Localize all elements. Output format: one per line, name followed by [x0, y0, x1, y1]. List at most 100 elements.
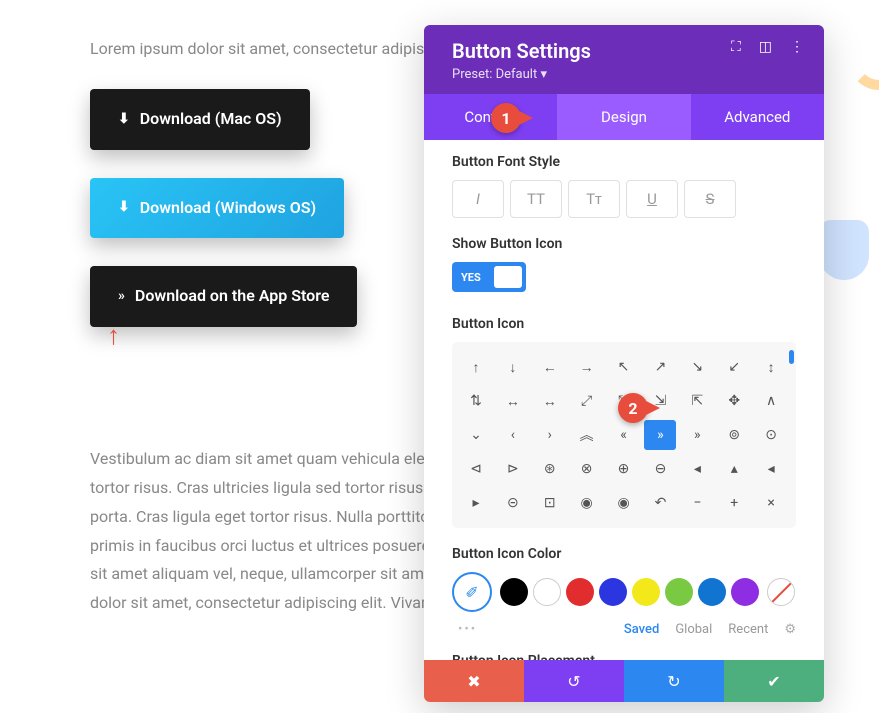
- expand-icon[interactable]: ⛶: [731, 39, 741, 55]
- icon-option[interactable]: «: [608, 420, 640, 450]
- panel-footer: ✖ ↺ ↻ ✔: [424, 660, 824, 702]
- icon-option[interactable]: ⊛: [534, 454, 566, 484]
- icon-option[interactable]: ⌄: [460, 420, 492, 450]
- redo-icon: ↻: [667, 672, 680, 691]
- icon-option[interactable]: ◂: [755, 454, 787, 484]
- icon-option[interactable]: ⇅: [460, 386, 492, 416]
- icon-option[interactable]: ◂: [681, 454, 713, 484]
- icon-option[interactable]: ⇱: [681, 386, 713, 416]
- icon-option[interactable]: −: [681, 488, 713, 518]
- icon-option[interactable]: ↙: [718, 352, 750, 382]
- icon-option[interactable]: ◉: [608, 488, 640, 518]
- button-icon-label: Button Icon: [452, 316, 796, 332]
- icon-option[interactable]: ↖: [608, 352, 640, 382]
- panel-title: Button Settings: [452, 39, 591, 63]
- download-mac-button[interactable]: ⬇ Download (Mac OS): [90, 89, 310, 150]
- icon-color-label: Button Icon Color: [452, 546, 796, 562]
- icon-option[interactable]: ↶: [644, 488, 676, 518]
- icon-option[interactable]: ↔: [534, 386, 566, 416]
- download-windows-button[interactable]: ⬇ Download (Windows OS): [90, 178, 344, 239]
- scrollbar[interactable]: [789, 350, 794, 364]
- icon-option[interactable]: ▴: [718, 454, 750, 484]
- icon-option[interactable]: ×: [755, 488, 787, 518]
- icon-option[interactable]: ︽: [571, 420, 603, 450]
- check-icon: ✔: [767, 672, 780, 691]
- color-swatch[interactable]: [665, 578, 693, 606]
- underline-button[interactable]: U: [626, 180, 678, 218]
- italic-button[interactable]: I: [452, 180, 504, 218]
- gear-icon[interactable]: ⚙: [784, 622, 796, 637]
- icon-option[interactable]: ⊕: [608, 454, 640, 484]
- annotation-callout-2: 2: [618, 393, 660, 423]
- color-swatch[interactable]: [500, 578, 528, 606]
- icon-option[interactable]: ⤢: [571, 386, 603, 416]
- color-swatch[interactable]: [533, 578, 561, 606]
- icon-option[interactable]: ↓: [497, 352, 529, 382]
- icon-option[interactable]: ▸: [460, 488, 492, 518]
- icon-option[interactable]: ⊙: [755, 420, 787, 450]
- download-appstore-button[interactable]: » Download on the App Store: [90, 266, 357, 327]
- icon-option[interactable]: ⊚: [718, 420, 750, 450]
- button-label: Download (Mac OS): [140, 105, 282, 134]
- preset-dropdown[interactable]: Preset: Default ▾: [452, 67, 591, 82]
- icon-option[interactable]: ∧: [755, 386, 787, 416]
- color-swatch[interactable]: [698, 578, 726, 606]
- button-label: Download on the App Store: [135, 282, 330, 311]
- icon-option[interactable]: ⊲: [460, 454, 492, 484]
- icon-option[interactable]: ↔: [497, 386, 529, 416]
- icon-option[interactable]: ⊡: [534, 488, 566, 518]
- more-colors-icon[interactable]: •••: [458, 622, 477, 637]
- saved-tab[interactable]: Saved: [624, 622, 659, 637]
- redo-button[interactable]: ↻: [624, 660, 724, 702]
- tab-design[interactable]: Design: [557, 94, 690, 140]
- global-tab[interactable]: Global: [675, 622, 712, 637]
- icon-option[interactable]: ↑: [460, 352, 492, 382]
- icon-option[interactable]: ⊗: [571, 454, 603, 484]
- icon-option[interactable]: +: [718, 488, 750, 518]
- icon-option[interactable]: »: [681, 420, 713, 450]
- recent-tab[interactable]: Recent: [728, 622, 768, 637]
- icon-option[interactable]: ←: [534, 352, 566, 382]
- strikethrough-button[interactable]: S: [684, 180, 736, 218]
- smallcaps-button[interactable]: Tᴛ: [568, 180, 620, 218]
- color-swatch[interactable]: [566, 578, 594, 606]
- icon-option[interactable]: ↗: [644, 352, 676, 382]
- icon-option[interactable]: ⊝: [497, 488, 529, 518]
- icon-option[interactable]: ⊖: [644, 454, 676, 484]
- show-icon-toggle[interactable]: YES: [452, 262, 526, 292]
- icon-picker-grid: ↑↓←→↖↗↘↙↕⇅↔↔⤢⤡⇲⇱✥∧⌄‹›︽«»»⊚⊙⊲⊳⊛⊗⊕⊖◂▴◂▸⊝⊡◉…: [452, 342, 796, 528]
- icon-option[interactable]: ⊳: [497, 454, 529, 484]
- icon-placement-label: Button Icon Placement: [452, 653, 796, 660]
- color-swatch[interactable]: [632, 578, 660, 606]
- icon-option[interactable]: ↘: [681, 352, 713, 382]
- icon-option[interactable]: ›: [534, 420, 566, 450]
- double-chevron-icon: »: [118, 284, 125, 309]
- tab-advanced[interactable]: Advanced: [691, 94, 824, 140]
- settings-panel: Button Settings Preset: Default ▾ ⛶ ◫ ⋮ …: [424, 25, 824, 702]
- icon-option[interactable]: ◉: [571, 488, 603, 518]
- confirm-button[interactable]: ✔: [724, 660, 824, 702]
- color-swatch[interactable]: [731, 578, 759, 606]
- uppercase-button[interactable]: TT: [510, 180, 562, 218]
- color-swatch[interactable]: [599, 578, 627, 606]
- panel-header: Button Settings Preset: Default ▾ ⛶ ◫ ⋮: [424, 25, 824, 94]
- layout-icon[interactable]: ◫: [759, 39, 772, 55]
- icon-option[interactable]: »: [644, 420, 676, 450]
- annotation-callout-1: 1: [491, 103, 533, 133]
- download-icon: ⬇: [118, 107, 130, 132]
- undo-icon: ↺: [567, 672, 580, 691]
- undo-button[interactable]: ↺: [524, 660, 624, 702]
- cancel-button[interactable]: ✖: [424, 660, 524, 702]
- icon-option[interactable]: ✥: [718, 386, 750, 416]
- icon-option[interactable]: ‹: [497, 420, 529, 450]
- annotation-arrow-icon: ↑: [107, 320, 120, 351]
- icon-option[interactable]: →: [571, 352, 603, 382]
- no-color-swatch[interactable]: [767, 578, 795, 606]
- chevron-down-icon: ▾: [540, 67, 547, 82]
- toggle-knob: [494, 266, 522, 288]
- show-icon-label: Show Button Icon: [452, 236, 796, 252]
- more-icon[interactable]: ⋮: [790, 39, 804, 55]
- eyedropper-button[interactable]: ✐: [452, 572, 492, 612]
- icon-option[interactable]: ↕: [755, 352, 787, 382]
- font-style-label: Button Font Style: [452, 154, 796, 170]
